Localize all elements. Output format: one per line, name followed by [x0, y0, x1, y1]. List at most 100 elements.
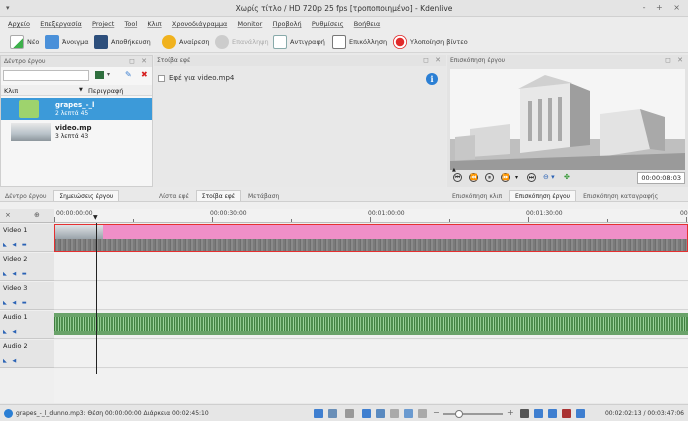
go-end-icon[interactable]: ⏭ — [527, 173, 536, 182]
markers-icon[interactable] — [345, 409, 354, 418]
selection-tool-icon[interactable] — [362, 409, 371, 418]
track-lane-video1[interactable] — [54, 224, 688, 252]
pause-icon[interactable]: ⏸ — [485, 173, 494, 182]
playhead-line[interactable] — [96, 223, 97, 374]
menu-bar: Αρχείο Επεξεργασία Project Tool Κλιπ Χρο… — [0, 17, 688, 31]
track-lane-video3[interactable] — [54, 282, 688, 310]
track-view-icon[interactable] — [520, 409, 529, 418]
info-icon — [4, 409, 13, 418]
monitor-tabs: Επισκόπηση κλιπ Επισκόπηση έργου Επισκόπ… — [447, 190, 688, 201]
copy-button[interactable]: Αντιγραφή — [273, 34, 325, 50]
audio-waveform — [54, 317, 688, 331]
folder-icon — [45, 35, 59, 49]
menu-tool[interactable]: Tool — [125, 20, 138, 28]
tab-project-monitor[interactable]: Επισκόπηση έργου — [509, 190, 577, 201]
track-video2-toggle-icons[interactable]: ◣ ◀ ▬ — [3, 271, 29, 277]
track-audio2-toggle-icons[interactable]: ◣ ◀ — [3, 358, 18, 364]
track-header-video2[interactable]: Video 2 ◣ ◀ ▬ — [0, 253, 54, 281]
playhead-marker-icon[interactable]: ▼ — [93, 214, 98, 221]
column-clip[interactable]: Κλιπ — [4, 87, 18, 95]
sort-indicator-icon: ▼ — [79, 87, 83, 93]
video-clip[interactable] — [55, 225, 687, 239]
zoom-slider-handle[interactable] — [455, 410, 463, 418]
paste-icon — [332, 35, 346, 49]
project-tabs: Δέντρο έργου Σημειώσεις έργου — [0, 190, 153, 202]
redo-icon — [215, 35, 229, 49]
monitor-video-frame[interactable] — [450, 69, 685, 170]
video-clip-audio-waveform — [55, 239, 687, 251]
audio-clip[interactable] — [54, 313, 688, 335]
panel-float-close-icons[interactable]: ◻ ✕ — [129, 57, 149, 65]
fit-zoom-icon[interactable]: ⨯ — [5, 211, 11, 219]
menu-project[interactable]: Project — [92, 20, 114, 28]
audio-thumbnails-icon[interactable] — [328, 409, 337, 418]
window-controls[interactable]: - + × — [643, 3, 684, 12]
track-lane-video2[interactable] — [54, 253, 688, 281]
zoom-slider[interactable] — [443, 410, 503, 418]
split-view-icon[interactable] — [534, 409, 543, 418]
edit-clip-icon[interactable]: ✎ — [125, 70, 132, 79]
ripple-icon[interactable] — [404, 409, 413, 418]
monitor-timecode[interactable]: 00:00:08:03 — [637, 172, 685, 184]
zoom-out-icon[interactable]: − — [433, 408, 440, 417]
track-header-video1[interactable]: Video 1 ◣ ◀ ▬ — [0, 224, 54, 252]
forward-icon[interactable]: ⏩ — [501, 173, 510, 182]
menu-edit[interactable]: Επεξεργασία — [40, 20, 82, 28]
record-view-icon[interactable] — [562, 409, 571, 418]
timeline-ruler[interactable]: 00:00:00:00 00:00:30:00 00:01:00:00 00:0… — [54, 209, 688, 223]
rewind-icon[interactable]: ⏪ — [469, 173, 478, 182]
delete-clip-icon[interactable]: ✖ — [141, 70, 148, 79]
effects-enable-checkbox[interactable] — [158, 75, 165, 82]
clip-item-video[interactable]: video.mp 3 λεπτά 43 — [1, 121, 152, 143]
razor-tool-icon[interactable] — [376, 409, 385, 418]
timeline-fit-icon[interactable] — [576, 409, 585, 418]
monitor-panel-header: Επισκόπηση έργου ◻ ✕ — [447, 55, 688, 66]
project-monitor-panel: Επισκόπηση έργου ◻ ✕ ▲ ⏮ ⏪ ⏸ ⏩ ▾ ⏭ ⊖ ▾ ✤… — [447, 55, 688, 187]
redo-button[interactable]: Επανάληψη — [215, 34, 269, 50]
track-video1-toggle-icons[interactable]: ◣ ◀ ▬ — [3, 242, 29, 248]
track-lane-audio2[interactable] — [54, 340, 688, 368]
zoom-controls-icon[interactable]: ⊖ ▾ — [543, 173, 555, 181]
menu-view[interactable]: Προβολή — [273, 20, 302, 28]
render-button[interactable]: Υλοποίηση βίντεο — [393, 34, 468, 50]
add-clip-icon[interactable] — [95, 71, 104, 79]
track-lane-audio1[interactable] — [54, 311, 688, 339]
save-button[interactable]: Αποθήκευση — [94, 34, 151, 50]
panel-float-close-icons[interactable]: ◻ ✕ — [423, 56, 443, 64]
menu-timeline[interactable]: Χρονοδιάγραμμα — [172, 20, 227, 28]
window-title: Χωρίς τίτλο / HD 720p 25 fps [τροποποιημ… — [235, 4, 453, 13]
track-header-audio2[interactable]: Audio 2 ◣ ◀ — [0, 340, 54, 368]
menu-clip[interactable]: Κλιπ — [147, 20, 161, 28]
zoom-in-icon[interactable]: + — [507, 408, 514, 417]
track-header-video3[interactable]: Video 3 ◣ ◀ ▬ — [0, 282, 54, 310]
video-thumbnails-icon[interactable] — [314, 409, 323, 418]
monitor-settings-icon[interactable]: ✤ — [564, 173, 570, 181]
spacer-tool-icon[interactable] — [390, 409, 399, 418]
track-header-audio1[interactable]: Audio 1 ◣ ◀ — [0, 311, 54, 339]
tab-record-monitor[interactable]: Επισκόπηση καταγραφής — [578, 191, 663, 201]
tab-clip-monitor[interactable]: Επισκόπηση κλιπ — [447, 191, 507, 201]
menu-help[interactable]: Βοήθεια — [354, 20, 381, 28]
track-video3-toggle-icons[interactable]: ◣ ◀ ▬ — [3, 300, 29, 306]
clip-item-grapes[interactable]: grapes_-_l 2 λεπτά 45 — [1, 98, 152, 120]
info-icon[interactable]: i — [426, 73, 438, 85]
mix-view-icon[interactable] — [548, 409, 557, 418]
track-audio1-toggle-icons[interactable]: ◣ ◀ — [3, 329, 18, 335]
undo-button[interactable]: Αναίρεση — [162, 34, 209, 50]
open-button[interactable]: Άνοιγμα — [45, 34, 89, 50]
track-settings-icon[interactable]: ⊕ — [34, 211, 40, 219]
snap-icon[interactable] — [418, 409, 427, 418]
timeline-empty-area[interactable] — [54, 369, 688, 403]
go-start-icon[interactable]: ⏮ — [453, 173, 462, 182]
paste-button[interactable]: Επικόλληση — [332, 34, 387, 50]
project-search-input[interactable] — [3, 70, 89, 81]
column-description[interactable]: Περιγραφή — [88, 87, 123, 95]
add-dropdown-icon[interactable]: ▾ — [107, 71, 110, 78]
new-button[interactable]: Νέο — [10, 34, 39, 50]
menu-settings[interactable]: Ρυθμίσεις — [312, 20, 344, 28]
menu-file[interactable]: Αρχείο — [8, 20, 30, 28]
play-dropdown-icon[interactable]: ▾ — [515, 174, 518, 181]
menu-monitor[interactable]: Monitor — [238, 20, 263, 28]
panel-float-close-icons[interactable]: ◻ ✕ — [665, 56, 685, 64]
effects-tabs: Λίστα εφέ Στοίβα εφέ Μετάβαση — [154, 190, 446, 202]
